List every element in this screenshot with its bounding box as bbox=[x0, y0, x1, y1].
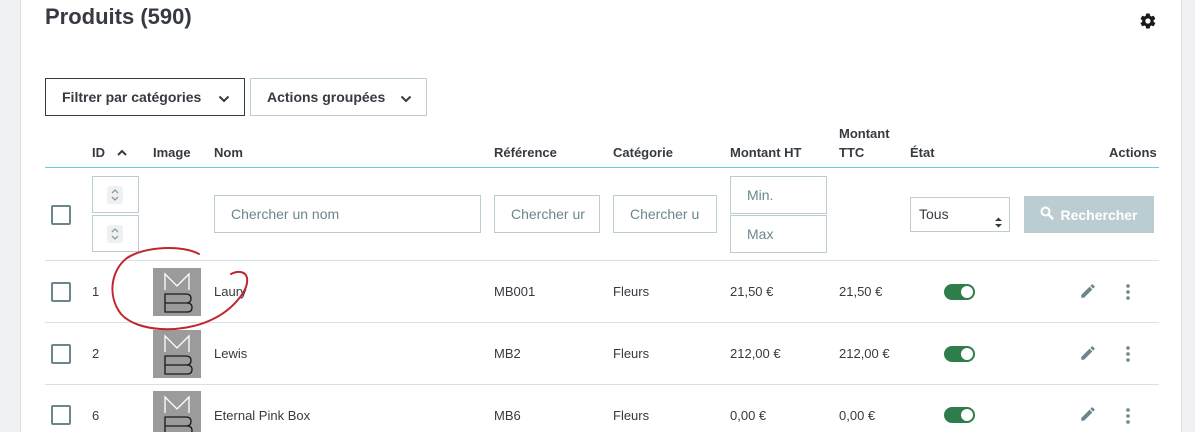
status-select-value: Tous bbox=[919, 206, 949, 222]
header-amount-ht[interactable]: Montant HT bbox=[730, 145, 801, 161]
row-reference: MB6 bbox=[494, 408, 521, 423]
row-category: Fleurs bbox=[613, 284, 650, 299]
row-category: Fleurs bbox=[613, 346, 650, 361]
row-amount-ht: 21,50 € bbox=[730, 284, 774, 299]
pencil-icon[interactable] bbox=[1079, 282, 1097, 300]
bulk-actions-label: Actions groupées bbox=[267, 89, 386, 105]
spin-arrows-icon bbox=[107, 186, 123, 204]
select-caret-icon bbox=[994, 208, 1003, 228]
row-checkbox[interactable] bbox=[51, 344, 71, 364]
gear-icon[interactable] bbox=[1139, 12, 1157, 30]
row-divider bbox=[45, 384, 1159, 385]
search-icon bbox=[1040, 206, 1055, 223]
status-toggle[interactable] bbox=[944, 284, 975, 300]
id-min-stepper[interactable] bbox=[92, 176, 139, 213]
row-amount-ht: 0,00 € bbox=[730, 408, 767, 423]
header-image: Image bbox=[153, 145, 191, 160]
search-button[interactable]: Rechercher bbox=[1024, 196, 1154, 233]
product-thumbnail[interactable] bbox=[153, 391, 201, 432]
product-thumbnail[interactable] bbox=[153, 330, 201, 378]
header-divider bbox=[45, 167, 1159, 168]
reference-search-input[interactable]: Chercher ur bbox=[494, 195, 600, 233]
name-search-input[interactable]: Chercher un nom bbox=[214, 195, 481, 233]
row-id: 6 bbox=[92, 408, 100, 423]
pencil-icon[interactable] bbox=[1079, 405, 1097, 423]
row-amount-ht: 212,00 € bbox=[730, 346, 781, 361]
category-search-input[interactable]: Chercher u bbox=[613, 195, 717, 233]
product-thumbnail[interactable] bbox=[153, 268, 201, 316]
row-amount-ttc: 212,00 € bbox=[839, 346, 890, 361]
row-id: 1 bbox=[92, 284, 100, 299]
header-id[interactable]: ID bbox=[92, 145, 127, 162]
chevron-down-icon bbox=[218, 92, 230, 104]
row-reference: MB001 bbox=[494, 284, 536, 299]
row-name[interactable]: Laury bbox=[214, 284, 247, 300]
header-reference[interactable]: Référence bbox=[494, 145, 557, 161]
products-card: Produits (590) Filtrer par catégories Ac… bbox=[20, 0, 1182, 432]
kebab-icon[interactable] bbox=[1119, 345, 1137, 363]
row-checkbox[interactable] bbox=[51, 282, 71, 302]
status-select[interactable]: Tous bbox=[910, 197, 1010, 232]
amount-max-input[interactable]: Max bbox=[730, 215, 827, 253]
page-title: Produits (590) bbox=[45, 4, 192, 29]
row-checkbox[interactable] bbox=[51, 405, 71, 425]
bulk-actions-button[interactable]: Actions groupées bbox=[250, 78, 427, 116]
row-name[interactable]: Eternal Pink Box bbox=[214, 408, 310, 424]
row-amount-ttc: 0,00 € bbox=[839, 408, 876, 423]
filter-categories-label: Filtrer par catégories bbox=[62, 89, 202, 105]
status-toggle[interactable] bbox=[944, 346, 975, 362]
pencil-icon[interactable] bbox=[1079, 344, 1097, 362]
status-toggle[interactable] bbox=[944, 407, 975, 423]
row-reference: MB2 bbox=[494, 346, 521, 361]
header-status[interactable]: État bbox=[910, 145, 935, 161]
row-id: 2 bbox=[92, 346, 100, 361]
row-name[interactable]: Lewis bbox=[214, 346, 247, 362]
id-max-stepper[interactable] bbox=[92, 215, 139, 252]
select-all-checkbox[interactable] bbox=[51, 205, 71, 225]
spin-arrows-icon bbox=[107, 225, 123, 243]
row-divider bbox=[45, 322, 1159, 323]
header-actions: Actions bbox=[1109, 145, 1157, 160]
row-amount-ttc: 21,50 € bbox=[839, 284, 883, 299]
row-divider bbox=[45, 260, 1159, 261]
header-category[interactable]: Catégorie bbox=[613, 145, 673, 161]
row-category: Fleurs bbox=[613, 408, 650, 423]
amount-min-input[interactable]: Min. bbox=[730, 176, 827, 214]
header-name[interactable]: Nom bbox=[214, 145, 243, 161]
chevron-down-icon bbox=[400, 92, 412, 104]
search-button-label: Rechercher bbox=[1060, 206, 1138, 223]
filter-categories-button[interactable]: Filtrer par catégories bbox=[45, 78, 245, 116]
kebab-icon[interactable] bbox=[1119, 283, 1137, 301]
header-amount-ttc[interactable]: Montant TTC bbox=[839, 126, 890, 161]
sort-asc-icon bbox=[116, 146, 127, 162]
kebab-icon[interactable] bbox=[1119, 407, 1137, 425]
